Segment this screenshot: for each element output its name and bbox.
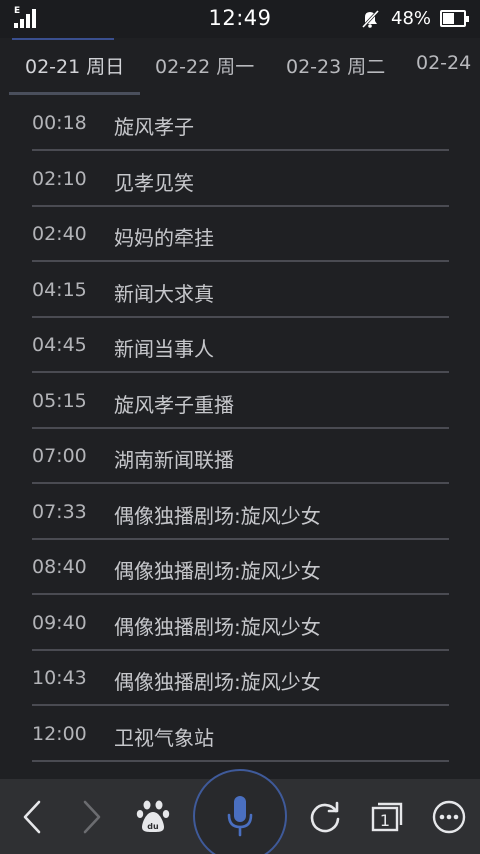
schedule-row[interactable]: 10:43 偶像独播剧场:旋风少女	[32, 651, 449, 706]
program-time: 07:33	[32, 500, 87, 523]
back-button[interactable]	[8, 779, 56, 854]
schedule-row[interactable]: 07:00 湖南新闻联播	[32, 429, 449, 484]
program-title: 偶像独播剧场:旋风少女	[114, 614, 321, 639]
baidu-paw-icon: du	[136, 800, 170, 832]
battery-fill	[443, 13, 454, 24]
program-time: 02:10	[32, 167, 87, 190]
tabs-button[interactable]: 1	[362, 779, 412, 854]
more-icon	[432, 800, 466, 833]
schedule-row[interactable]: 09:40 偶像独播剧场:旋风少女	[32, 596, 449, 651]
refresh-icon	[310, 801, 340, 832]
program-title: 卫视气象站	[114, 725, 214, 750]
voice-search-button[interactable]	[193, 769, 287, 854]
program-title: 偶像独播剧场:旋风少女	[114, 559, 321, 583]
schedule-row[interactable]: 08:40 偶像独播剧场:旋风少女	[32, 540, 449, 595]
tab-date-0222[interactable]: 02-22 周一	[155, 52, 254, 79]
mute-icon	[361, 9, 380, 29]
more-button[interactable]	[424, 779, 474, 854]
schedule-row[interactable]: 02:10 见孝见笑	[32, 152, 449, 207]
microphone-icon	[227, 796, 253, 837]
tab-date-0224[interactable]: 02-24	[416, 52, 471, 74]
forward-icon	[83, 800, 101, 833]
schedule-row[interactable]: 07:33 偶像独播剧场:旋风少女	[32, 485, 449, 540]
forward-button[interactable]	[68, 779, 116, 854]
schedule-row[interactable]: 12:00 卫视气象站	[32, 707, 449, 762]
progress-accent	[12, 38, 114, 40]
program-title: 湖南新闻联播	[114, 448, 234, 472]
program-time: 12:00	[32, 722, 87, 745]
program-title: 新闻当事人	[114, 337, 214, 361]
active-tab-indicator	[9, 92, 140, 95]
program-title: 旋风孝子	[114, 115, 194, 139]
battery-icon	[440, 10, 469, 27]
schedule-row[interactable]: 05:15 旋风孝子重播	[32, 374, 449, 429]
status-bar: E 12:49 48%	[0, 0, 480, 38]
program-title: 新闻大求真	[114, 281, 214, 306]
program-time: 04:15	[32, 278, 87, 301]
program-title: 偶像独播剧场:旋风少女	[114, 503, 321, 528]
program-time: 09:40	[32, 611, 87, 634]
schedule-row[interactable]: 04:15 新闻大求真	[32, 263, 449, 318]
refresh-button[interactable]	[300, 779, 350, 854]
baidu-text: du	[147, 822, 159, 831]
schedule-row[interactable]: 02:40 妈妈的牵挂	[32, 207, 449, 262]
tab-date-0221[interactable]: 02-21 周日	[25, 52, 124, 79]
program-time: 00:18	[32, 112, 87, 134]
back-icon	[23, 800, 41, 833]
date-tab-bar: 02-21 周日 02-22 周一 02-23 周二 02-24	[0, 38, 480, 96]
program-title: 妈妈的牵挂	[114, 226, 214, 250]
tabs-icon: 1	[371, 802, 403, 831]
program-title: 偶像独播剧场:旋风少女	[114, 670, 321, 694]
baidu-button[interactable]: du	[128, 779, 178, 854]
program-time: 05:15	[32, 389, 87, 412]
program-time: 04:45	[32, 334, 87, 356]
program-time: 07:00	[32, 445, 87, 467]
program-time: 10:43	[32, 667, 87, 689]
program-title: 旋风孝子重播	[114, 392, 234, 417]
battery-percent: 48%	[391, 8, 432, 29]
schedule-row[interactable]: 04:45 新闻当事人	[32, 318, 449, 373]
program-time: 02:40	[32, 223, 87, 245]
program-time: 08:40	[32, 556, 87, 578]
schedule-row[interactable]: 00:18 旋风孝子	[32, 96, 449, 151]
tab-count: 1	[380, 811, 390, 830]
program-title: 见孝见笑	[114, 170, 194, 195]
tab-date-0223[interactable]: 02-23 周二	[286, 52, 385, 79]
